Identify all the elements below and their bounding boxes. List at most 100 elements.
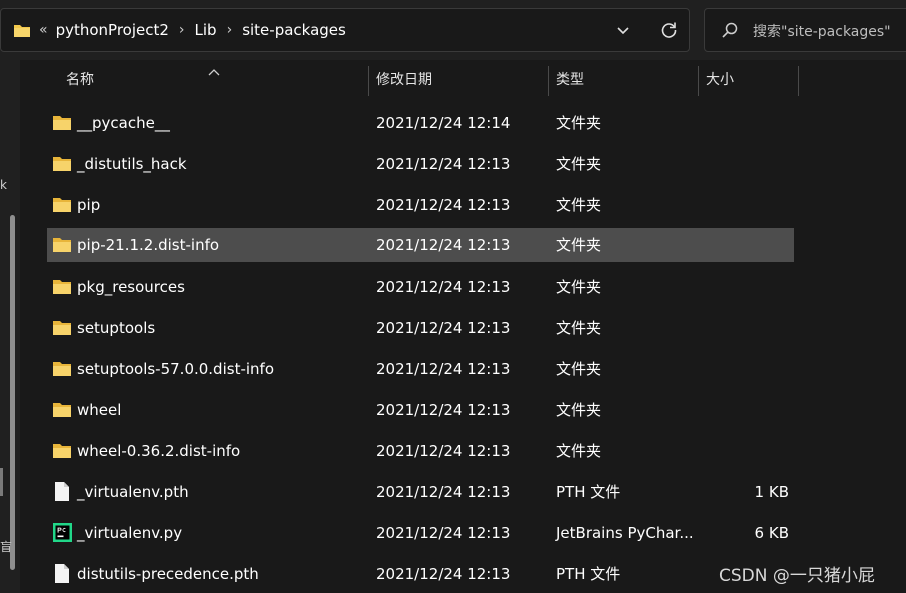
file-date: 2021/12/24 12:13 — [376, 155, 511, 173]
file-icon — [54, 481, 70, 506]
chevron-right-icon[interactable]: › — [179, 22, 185, 38]
file-name: _distutils_hack — [77, 155, 187, 173]
file-date: 2021/12/24 12:14 — [376, 114, 511, 132]
folder-icon — [52, 278, 72, 299]
file-name: setuptools-57.0.0.dist-info — [77, 360, 274, 378]
file-row[interactable]: wheel-0.36.2.dist-info 2021/12/24 12:13 … — [47, 434, 794, 468]
file-size: 1 KB — [754, 483, 789, 501]
file-date: 2021/12/24 12:13 — [376, 278, 511, 296]
column-divider[interactable] — [548, 66, 549, 96]
chevron-down-icon[interactable] — [615, 22, 631, 42]
file-date: 2021/12/24 12:13 — [376, 360, 511, 378]
file-name: __pycache__ — [77, 114, 170, 132]
file-date: 2021/12/24 12:13 — [376, 483, 511, 501]
file-date: 2021/12/24 12:13 — [376, 236, 511, 254]
file-row[interactable]: _virtualenv.py 2021/12/24 12:13 JetBrain… — [47, 516, 794, 550]
file-type: PTH 文件 — [556, 565, 621, 583]
column-header-date[interactable]: 修改日期 — [376, 60, 432, 100]
folder-icon — [52, 196, 72, 217]
file-type: 文件夹 — [556, 442, 602, 460]
file-row[interactable]: pip 2021/12/24 12:13 文件夹 — [47, 188, 794, 222]
file-date: 2021/12/24 12:13 — [376, 401, 511, 419]
file-type: 文件夹 — [556, 155, 602, 173]
folder-icon — [52, 114, 72, 135]
file-date: 2021/12/24 12:13 — [376, 319, 511, 337]
folder-icon — [52, 442, 72, 463]
breadcrumb-item-site-packages[interactable]: site-packages — [242, 21, 346, 39]
folder-icon — [13, 22, 31, 42]
watermark: CSDN @一只猪小屁 — [719, 566, 875, 586]
file-name: _virtualenv.py — [77, 524, 183, 542]
search-box[interactable]: 搜索"site-packages" — [704, 8, 906, 52]
top-toolbar: « pythonProject2 › Lib › site-packages 搜… — [0, 0, 906, 60]
file-name: wheel — [77, 401, 122, 419]
file-row[interactable]: pkg_resources 2021/12/24 12:13 文件夹 — [47, 270, 794, 304]
file-type: JetBrains PyChar... — [556, 524, 694, 542]
column-header-type[interactable]: 类型 — [556, 60, 584, 100]
file-name: setuptools — [77, 319, 156, 337]
column-header-name[interactable]: 名称 — [66, 60, 94, 100]
file-size: 6 KB — [754, 524, 789, 542]
file-size — [727, 393, 789, 427]
file-name: pkg_resources — [77, 278, 185, 296]
file-type: 文件夹 — [556, 401, 602, 419]
search-icon — [721, 21, 739, 43]
file-date: 2021/12/24 12:13 — [376, 524, 511, 542]
nav-pane-text-fragment: k — [0, 178, 7, 192]
refresh-icon[interactable] — [659, 20, 679, 44]
folder-icon — [52, 236, 72, 257]
file-row[interactable]: wheel 2021/12/24 12:13 文件夹 — [47, 393, 794, 427]
nav-pane-text-fragment: 盲 — [0, 540, 13, 554]
file-row[interactable]: setuptools-57.0.0.dist-info 2021/12/24 1… — [47, 352, 794, 386]
breadcrumb-item-pythonproject2[interactable]: pythonProject2 — [56, 21, 169, 39]
file-type: 文件夹 — [556, 196, 602, 214]
address-bar[interactable]: « pythonProject2 › Lib › site-packages — [0, 8, 690, 52]
file-name: pip — [77, 196, 101, 214]
file-size — [727, 311, 789, 345]
file-row[interactable]: _distutils_hack 2021/12/24 12:13 文件夹 — [47, 147, 794, 181]
file-type: 文件夹 — [556, 236, 602, 254]
search-input[interactable]: 搜索"site-packages" — [753, 21, 891, 41]
nav-pane-scrollbar[interactable] — [10, 215, 15, 570]
column-header-size[interactable]: 大小 — [706, 60, 734, 100]
file-size — [727, 434, 789, 468]
file-size — [727, 352, 789, 386]
file-size — [727, 188, 789, 222]
file-date: 2021/12/24 12:13 — [376, 565, 511, 583]
file-name: _virtualenv.pth — [77, 483, 189, 501]
file-row-selected[interactable]: pip-21.1.2.dist-info 2021/12/24 12:13 文件… — [47, 228, 794, 262]
folder-icon — [52, 319, 72, 340]
file-date: 2021/12/24 12:13 — [376, 442, 511, 460]
file-type: 文件夹 — [556, 114, 602, 132]
file-row[interactable]: distutils-precedence.pth 2021/12/24 12:1… — [47, 557, 794, 591]
file-row[interactable]: _virtualenv.pth 2021/12/24 12:13 PTH 文件 … — [47, 475, 794, 509]
file-date: 2021/12/24 12:13 — [376, 196, 511, 214]
file-type: 文件夹 — [556, 278, 602, 296]
file-type: PTH 文件 — [556, 483, 621, 501]
file-row[interactable]: setuptools 2021/12/24 12:13 文件夹 — [47, 311, 794, 345]
column-divider[interactable] — [698, 66, 699, 96]
sort-ascending-icon — [208, 62, 220, 80]
folder-icon — [52, 155, 72, 176]
folder-icon — [52, 360, 72, 381]
file-type: 文件夹 — [556, 360, 602, 378]
nav-pane-selection-marker — [0, 468, 3, 496]
file-size — [727, 147, 789, 181]
file-size — [727, 228, 789, 262]
breadcrumb-overflow[interactable]: « — [39, 22, 48, 38]
file-name: distutils-precedence.pth — [77, 565, 259, 583]
file-row[interactable]: __pycache__ 2021/12/24 12:14 文件夹 — [47, 106, 794, 140]
column-divider[interactable] — [798, 66, 799, 96]
column-headers: 名称 修改日期 类型 大小 — [20, 60, 906, 100]
column-divider[interactable] — [368, 66, 369, 96]
breadcrumb-item-lib[interactable]: Lib — [195, 21, 217, 39]
file-name: pip-21.1.2.dist-info — [77, 236, 220, 254]
file-icon — [54, 563, 70, 588]
pycharm-file-icon — [53, 523, 72, 546]
chevron-right-icon[interactable]: › — [227, 22, 233, 38]
folder-icon — [52, 401, 72, 422]
file-size — [727, 270, 789, 304]
breadcrumb: « pythonProject2 › Lib › site-packages — [39, 9, 346, 51]
file-size — [727, 106, 789, 140]
file-name: wheel-0.36.2.dist-info — [77, 442, 241, 460]
